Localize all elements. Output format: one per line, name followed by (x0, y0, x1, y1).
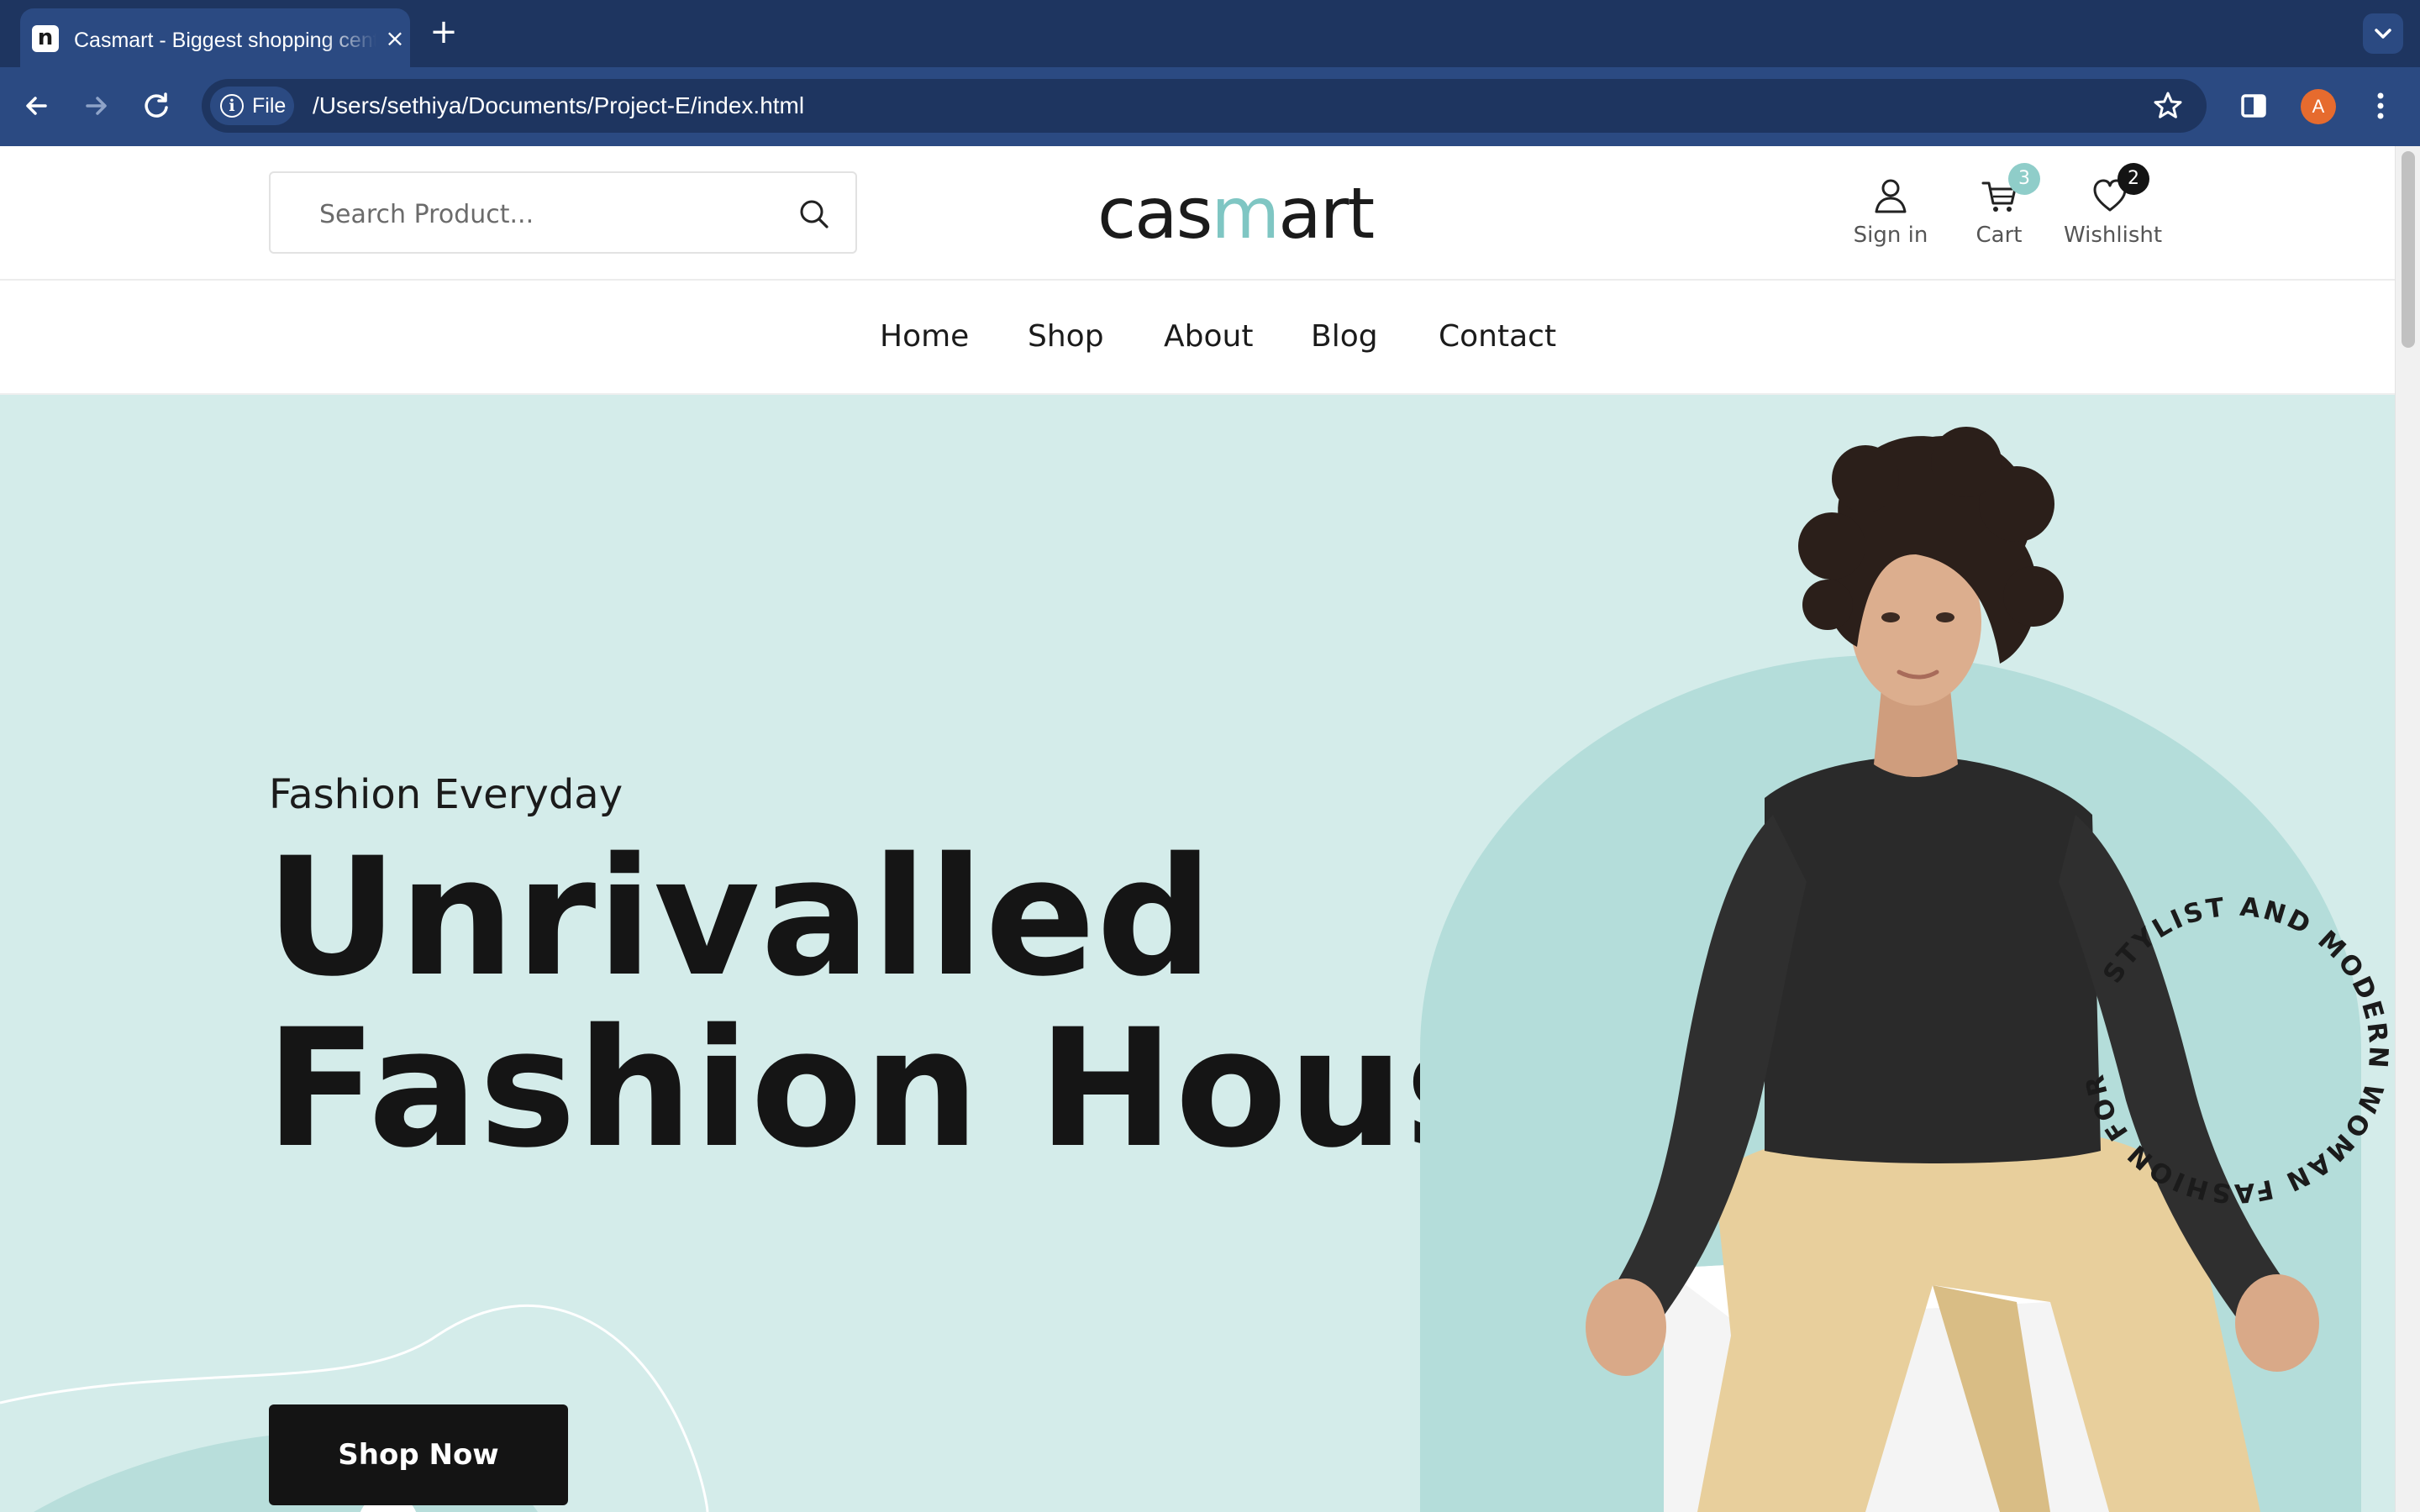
arrow-left-icon (26, 97, 47, 115)
nav-home[interactable]: Home (880, 316, 969, 358)
site-info-chip[interactable]: i File (210, 87, 294, 125)
close-tab-icon[interactable]: × (383, 27, 407, 50)
hero-headline-line2: Fashion House (266, 994, 1614, 1184)
sign-in-link[interactable]: Sign in (1849, 175, 1933, 259)
svg-text:STYLIST AND MODERN WOMAN FASHI: STYLIST AND MODERN WOMAN FASHION FOR UNR… (2059, 874, 2394, 1208)
nav-shop[interactable]: Shop (1028, 316, 1104, 358)
shop-now-button[interactable]: Shop Now (269, 1404, 568, 1505)
wishlist-count-badge: 2 (2118, 163, 2149, 195)
kebab-menu-icon (2377, 92, 2384, 119)
main-navigation: Home Shop About Blog Contact (0, 282, 2395, 395)
browser-tab-strip: n Casmart - Biggest shopping center × + (0, 0, 2420, 67)
tab-title: Casmart - Biggest shopping center (74, 29, 376, 52)
reload-icon (145, 92, 168, 118)
browser-menu-button[interactable] (2368, 87, 2393, 124)
tab-search-button[interactable] (2363, 13, 2403, 54)
circular-slogan-text: STYLIST AND MODERN WOMAN FASHION FOR UNR… (2059, 874, 2391, 1208)
logo-text-start: cas (1097, 172, 1213, 255)
forward-button[interactable] (77, 87, 114, 124)
page-viewport: casmart Sign in Cart 3 Wishlisht 2 (0, 146, 2420, 1512)
site-info-label: File (252, 94, 287, 118)
wishlist-label: Wishlisht (2064, 223, 2163, 248)
address-bar[interactable]: i File /Users/sethiya/Documents/Project-… (202, 79, 2207, 133)
browser-toolbar: i File /Users/sethiya/Documents/Project-… (0, 67, 2420, 146)
cart-link[interactable]: Cart 3 (1961, 163, 2040, 259)
logo-text-end: art (1278, 172, 1375, 255)
nav-blog[interactable]: Blog (1311, 316, 1378, 358)
url-text[interactable]: /Users/sethiya/Documents/Project-E/index… (313, 91, 804, 121)
hero-banner: Fashion Everyday Unrivalled Fashion Hous… (0, 395, 2395, 1512)
page-scrollbar[interactable] (2395, 146, 2420, 1512)
chevron-down-icon (2375, 29, 2391, 39)
site-logo[interactable]: casmart (1097, 170, 1375, 257)
nav-about[interactable]: About (1164, 316, 1253, 358)
new-tab-button[interactable]: + (429, 15, 459, 49)
hero-headline: Unrivalled Fashion House (266, 822, 1614, 1184)
search-icon[interactable] (798, 198, 830, 230)
user-icon (1875, 179, 1907, 213)
circular-slogan-badge: STYLIST AND MODERN WOMAN FASHION FOR UNR… (2059, 874, 2394, 1208)
profile-avatar[interactable]: A (2301, 89, 2336, 124)
site-favicon-icon: n (32, 25, 59, 52)
cart-count-badge: 3 (2008, 163, 2040, 195)
reload-button[interactable] (138, 87, 175, 124)
info-icon: i (220, 94, 244, 118)
search-bar (269, 171, 857, 254)
logo-text-accent: m (1211, 172, 1280, 255)
nav-contact[interactable]: Contact (1439, 316, 1556, 358)
side-panel-button[interactable] (2235, 87, 2272, 124)
site-header: casmart Sign in Cart 3 Wishlisht 2 (0, 146, 2395, 281)
arrow-right-icon (86, 97, 107, 115)
scrollbar-thumb[interactable] (2402, 151, 2415, 348)
back-button[interactable] (18, 87, 55, 124)
wishlist-link[interactable]: Wishlisht 2 (2064, 163, 2163, 259)
star-icon (2154, 92, 2182, 118)
side-panel-icon (2241, 94, 2266, 118)
search-input[interactable] (319, 192, 773, 237)
bookmark-star-button[interactable] (2151, 89, 2185, 123)
browser-tab-active[interactable]: n Casmart - Biggest shopping center × (20, 8, 410, 67)
hero-headline-line1: Unrivalled (266, 822, 1214, 1012)
sign-in-label: Sign in (1853, 223, 1928, 248)
cart-label: Cart (1975, 223, 2023, 248)
hero-eyebrow: Fashion Everyday (269, 771, 623, 818)
